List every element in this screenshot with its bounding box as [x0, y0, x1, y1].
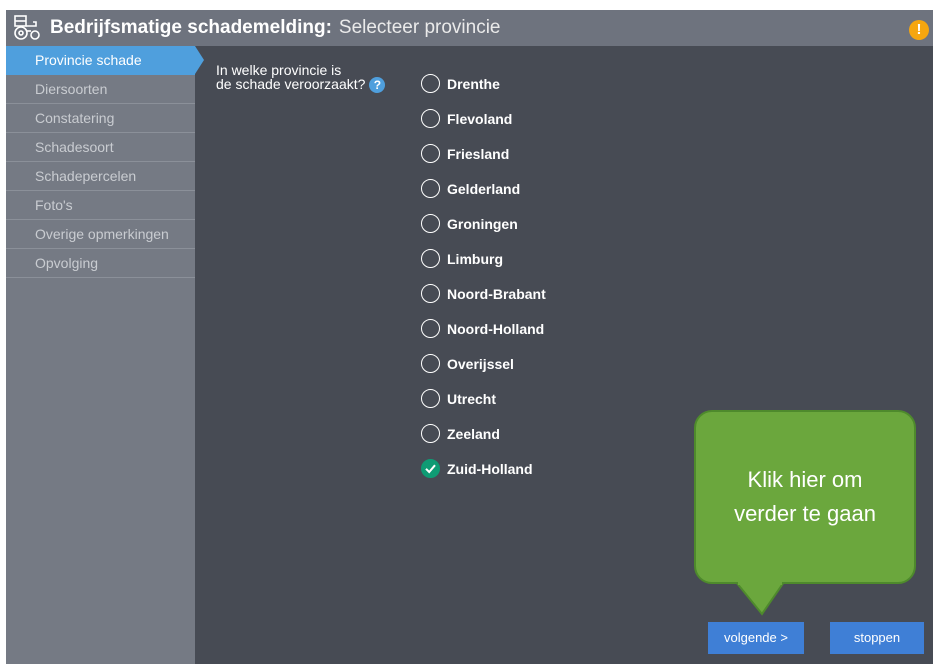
question-line-1: In welke provincie is	[216, 62, 342, 78]
callout-text: Klik hier om verder te gaan	[734, 467, 876, 526]
radio-button[interactable]	[421, 389, 440, 408]
sidebar-item-fotos[interactable]: Foto's	[6, 191, 195, 220]
option-zeeland[interactable]: Zeeland	[421, 416, 546, 451]
question-line-2: de schade veroorzaakt?	[216, 76, 366, 92]
option-label: Zeeland	[447, 425, 500, 442]
sidebar-item-constatering[interactable]: Constatering	[6, 104, 195, 133]
option-label: Limburg	[447, 250, 503, 267]
checkmark-icon	[425, 464, 436, 474]
option-utrecht[interactable]: Utrecht	[421, 381, 546, 416]
option-noord-holland[interactable]: Noord-Holland	[421, 311, 546, 346]
question-line-2-wrap: de schade veroorzaakt??	[216, 76, 416, 94]
stop-button[interactable]: stoppen	[830, 622, 924, 654]
option-label: Groningen	[447, 215, 518, 232]
sidebar: Provincie schade Diersoorten Constaterin…	[6, 46, 204, 664]
sidebar-item-overige-opmerkingen[interactable]: Overige opmerkingen	[6, 220, 195, 249]
option-drenthe[interactable]: Drenthe	[421, 66, 546, 101]
radio-button[interactable]	[421, 249, 440, 268]
radio-button[interactable]	[421, 179, 440, 198]
page-title: Selecteer provincie	[338, 17, 501, 38]
option-friesland[interactable]: Friesland	[421, 136, 546, 171]
option-label: Flevoland	[447, 110, 513, 127]
option-label: Zuid-Holland	[447, 460, 533, 477]
option-label: Gelderland	[447, 180, 521, 197]
option-limburg[interactable]: Limburg	[421, 241, 546, 276]
radio-button[interactable]	[421, 74, 440, 93]
option-label: Friesland	[447, 145, 510, 162]
question-label: In welke provincie is de schade veroorza…	[216, 62, 416, 94]
help-icon[interactable]: ?	[369, 77, 386, 94]
title-colon: :	[325, 17, 332, 38]
option-flevoland[interactable]: Flevoland	[421, 101, 546, 136]
option-zuid-holland[interactable]: Zuid-Holland	[421, 451, 546, 486]
radio-button-checked[interactable]	[421, 459, 440, 478]
radio-button[interactable]	[421, 284, 440, 303]
option-label: Drenthe	[447, 75, 500, 92]
radio-button[interactable]	[421, 144, 440, 163]
option-overijssel[interactable]: Overijssel	[421, 346, 546, 381]
app-title: Bedrijfsmatige schademelding	[50, 17, 326, 38]
callout-bubble: Klik hier om verder te gaan	[694, 410, 916, 584]
sidebar-item-opvolging[interactable]: Opvolging	[6, 249, 195, 278]
warning-icon[interactable]: !	[909, 20, 929, 40]
option-label: Noord-Holland	[447, 320, 545, 337]
province-radio-group: Drenthe Flevoland Friesland Gelderland G…	[421, 66, 546, 486]
option-groningen[interactable]: Groningen	[421, 206, 546, 241]
option-label: Utrecht	[447, 390, 497, 407]
tractor-icon	[14, 15, 40, 40]
callout-tail	[734, 582, 786, 616]
sidebar-item-provincie-schade[interactable]: Provincie schade	[6, 46, 204, 75]
radio-button[interactable]	[421, 109, 440, 128]
radio-button[interactable]	[421, 214, 440, 233]
title-bar: Bedrijfsmatige schademelding: Selecteer …	[6, 10, 933, 46]
option-label: Noord-Brabant	[447, 285, 546, 302]
radio-button[interactable]	[421, 319, 440, 338]
sidebar-item-diersoorten[interactable]: Diersoorten	[6, 75, 195, 104]
sidebar-item-schadepercelen[interactable]: Schadepercelen	[6, 162, 195, 191]
radio-button[interactable]	[421, 424, 440, 443]
option-noord-brabant[interactable]: Noord-Brabant	[421, 276, 546, 311]
next-button[interactable]: volgende >	[708, 622, 804, 654]
sidebar-item-schadesoort[interactable]: Schadesoort	[6, 133, 195, 162]
option-label: Overijssel	[447, 355, 514, 372]
radio-button[interactable]	[421, 354, 440, 373]
option-gelderland[interactable]: Gelderland	[421, 171, 546, 206]
